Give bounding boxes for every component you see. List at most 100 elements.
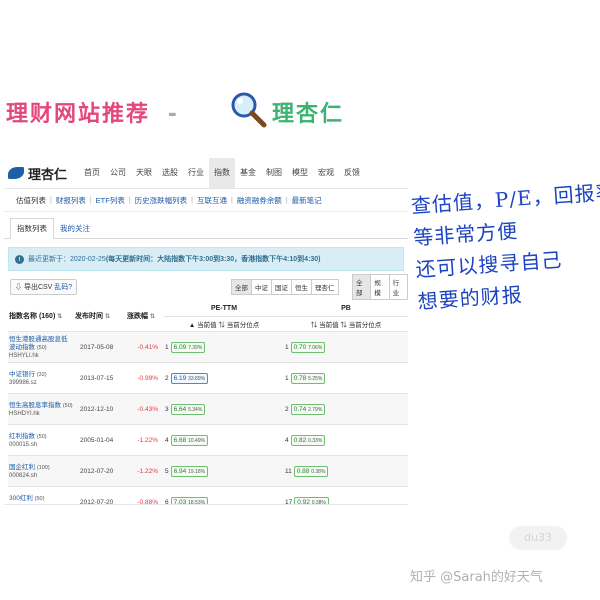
index-name-link[interactable]: 国企红利 (100) — [9, 464, 73, 472]
pb-value-badge[interactable]: 0.70 7.06% — [290, 341, 326, 353]
table-body: 恒生港股通高股息低波动指数 (50) HSHYLI.hk 2017-05-08 -0.… — [8, 331, 408, 505]
logo[interactable]: 理杏仁 — [8, 164, 67, 183]
table-row: 国企红利 (100) 000824.sh 2012-07-20 -1.22% 5 6.94… — [8, 455, 408, 487]
sub-nav-item[interactable]: 互联互通 — [193, 195, 231, 206]
pb-value-badge[interactable]: 0.78 5.25% — [290, 372, 326, 384]
nav-item[interactable]: 基金 — [235, 158, 261, 188]
title-brand: 理杏仁 — [272, 96, 344, 128]
pe-group-header: PE-TTM — [164, 300, 284, 317]
nav-item[interactable]: 模型 — [287, 158, 313, 188]
sub-nav-item[interactable]: 历史涨跌幅列表 — [131, 195, 192, 206]
index-code: 000824.sh — [9, 472, 38, 479]
sub-nav-item[interactable]: 最新笔记 — [288, 195, 326, 206]
filter-button[interactable]: 国证 — [271, 279, 292, 295]
filter-button[interactable]: 规模 — [370, 274, 390, 300]
nav-item[interactable]: 宏观 — [313, 158, 339, 188]
pe-value-badge[interactable]: 6.94 19.18% — [170, 465, 209, 477]
index-name-cell: 国企红利 (100) 000824.sh — [8, 455, 74, 487]
nav-item[interactable]: 反馈 — [339, 158, 365, 188]
publish-date: 2017-05-08 — [74, 331, 126, 363]
nav-item[interactable]: 制图 — [261, 158, 287, 188]
change-value: -0.88% — [126, 486, 164, 504]
pb-cell: 2 0.74 2.79% — [284, 393, 408, 425]
publish-date: 2012-12-10 — [74, 393, 126, 425]
filter-button[interactable]: 理杏仁 — [311, 279, 339, 295]
title-part2: 理杏仁 — [272, 102, 345, 127]
zhihu-watermark: 知乎 @Sarah的好天气 — [410, 570, 543, 585]
update-notice: i 最近更新于： 2020-02-25 (每天更新时间：大陆指数下午3:00到3… — [8, 247, 404, 271]
table-row: 恒生港股通高股息低波动指数 (50) HSHYLI.hk 2017-05-08 -0.… — [8, 331, 408, 363]
pe-value-badge[interactable]: 7.03 18.53% — [170, 496, 209, 504]
notice-date: 2020-02-25 — [70, 255, 106, 263]
col-date-header[interactable]: 发布时间 ⇅ — [74, 300, 126, 332]
index-name-cell: 红利指数 (50) 000015.sh — [8, 424, 74, 456]
index-name-link[interactable]: 恒生港股通高股息低波动指数 (50) — [9, 336, 73, 352]
pe-rank: 6 — [165, 498, 169, 505]
sort-icon: ⇅ — [105, 313, 111, 320]
pb-cell: 11 0.88 0.38% — [284, 455, 408, 487]
tab-index-list[interactable]: 指数列表 — [10, 218, 54, 239]
sub-nav-item[interactable]: 估值列表 — [12, 195, 50, 206]
garbled-help-link[interactable]: 乱码? — [54, 284, 72, 291]
info-icon: i — [15, 254, 24, 264]
filter-button[interactable]: 行业 — [388, 274, 408, 300]
publish-date: 2012-07-20 — [74, 486, 126, 504]
filter-button[interactable]: 恒生 — [291, 279, 312, 295]
index-name-link[interactable]: 300红利 (50) — [9, 495, 73, 503]
category-filter-group: 全部 规模 行业 — [352, 274, 408, 300]
index-name-link[interactable]: 中证银行 (32) — [9, 371, 73, 379]
pe-rank: 3 — [165, 405, 169, 413]
pb-rank: 1 — [285, 374, 289, 382]
title-part1: 理财网站推荐 — [6, 102, 151, 127]
nav-item[interactable]: 选股 — [157, 158, 183, 188]
sort-icon: ⇅ — [150, 313, 156, 320]
export-csv-button[interactable]: ⇩ 导出CSV 乱码? — [10, 279, 78, 295]
index-table: 指数名称 (160) ⇅ 发布时间 ⇅ 涨跌幅 ⇅ PE-TTM PB ▲ 当前值 ⇅… — [8, 300, 408, 505]
nav-item[interactable]: 天眼 — [131, 158, 157, 188]
publish-date: 2012-07-20 — [74, 455, 126, 487]
sub-nav-item[interactable]: 融资融券余额 — [233, 195, 286, 206]
nav-item[interactable]: 公司 — [105, 158, 131, 188]
filter-button[interactable]: 全部 — [352, 274, 372, 300]
pb-group-header: PB — [284, 300, 408, 317]
index-name-link[interactable]: 恒生高股息率指数 (50) — [9, 402, 73, 410]
pb-value-badge[interactable]: 0.74 2.79% — [290, 403, 326, 415]
pe-cell: 2 6.19 33.89% — [164, 362, 284, 394]
pb-value-badge[interactable]: 0.88 0.38% — [293, 465, 329, 477]
notice-prefix: 最近更新于： — [28, 256, 70, 263]
pe-value-badge[interactable]: 6.68 10.49% — [170, 434, 209, 446]
pb-value-badge[interactable]: 0.82 0.33% — [290, 434, 326, 446]
table-row: 中证银行 (32) 399986.sz 2013-07-15 -0.99% 2 6.19 … — [8, 362, 408, 394]
magnifier-icon — [231, 92, 267, 128]
index-name-cell: 300红利 (50)000821.sh — [8, 486, 74, 505]
filter-button[interactable]: 全部 — [231, 279, 252, 295]
pb-rank: 4 — [285, 436, 289, 444]
sub-nav-item[interactable]: ETF列表 — [92, 195, 129, 206]
col-name-header[interactable]: 指数名称 (160) ⇅ — [8, 300, 74, 332]
nav-item[interactable]: 指数 — [209, 158, 236, 188]
change-value: -0.99% — [126, 362, 164, 394]
leaf-logo-icon — [8, 167, 24, 179]
sort-icon: ⇅ — [218, 322, 225, 329]
pe-value-badge[interactable]: 6.19 33.89% — [170, 372, 209, 384]
col-change-header[interactable]: 涨跌幅 ⇅ — [126, 300, 164, 332]
pe-value-badge[interactable]: 6.09 7.39% — [170, 341, 206, 353]
pb-subheader[interactable]: ⇅ 当前值 ⇅ 当前分位点 — [284, 316, 408, 332]
index-name-link[interactable]: 红利指数 (50) — [9, 433, 73, 441]
index-code: 000821.sh — [9, 504, 37, 505]
pe-cell: 6 7.03 18.53% — [164, 486, 284, 505]
index-name-cell: 中证银行 (32) 399986.sz — [8, 362, 74, 394]
pb-value-badge[interactable]: 0.92 0.38% — [294, 496, 329, 504]
table-row: 300红利 (50)000821.sh2012-07-20-0.88%67.03… — [8, 486, 408, 505]
pb-rank: 17 — [285, 498, 293, 505]
filter-button[interactable]: 中证 — [251, 279, 272, 295]
sort-icon: ⇅ — [340, 322, 347, 329]
source-filter-group: 全部 中证 国证 恒生 理杏仁 — [231, 279, 339, 295]
pe-subheader[interactable]: ▲ 当前值 ⇅ 当前分位点 — [164, 316, 284, 332]
tab-my-watchlist[interactable]: 我的关注 — [54, 219, 96, 238]
sub-nav-item[interactable]: 财报列表 — [52, 195, 90, 206]
nav-item[interactable]: 行业 — [183, 158, 209, 188]
nav-item[interactable]: 首页 — [79, 158, 105, 188]
pe-value-badge[interactable]: 6.64 5.34% — [170, 403, 206, 415]
download-icon: ⇩ — [15, 284, 22, 291]
